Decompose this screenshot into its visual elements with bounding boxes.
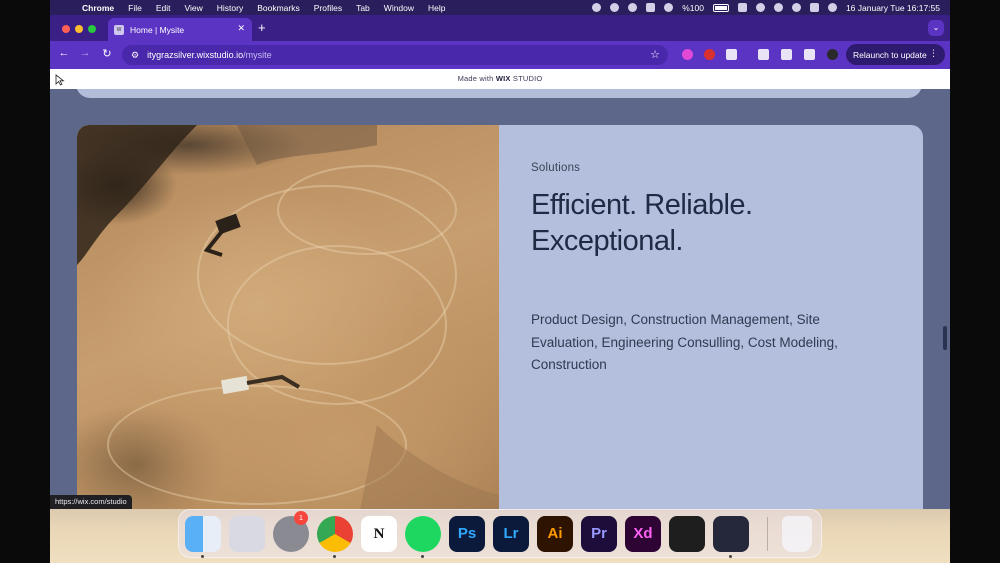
page-scrollbar[interactable] [943, 326, 947, 350]
web-content: Made with WIX STUDIO Solutions Efficient… [50, 69, 950, 509]
more-menu-icon[interactable]: ⋮ [929, 48, 938, 59]
mouse-cursor-icon [55, 74, 65, 86]
running-indicator [333, 555, 336, 558]
obs-icon[interactable] [713, 516, 749, 552]
figma-icon[interactable] [669, 516, 705, 552]
headline-line-1: Efficient. Reliable. [531, 189, 753, 221]
forward-icon[interactable]: → [78, 47, 92, 59]
bookmark-star-icon[interactable]: ☆ [650, 48, 660, 61]
battery-percent: %100 [682, 2, 704, 13]
running-indicator [421, 555, 424, 558]
finder-icon[interactable] [185, 516, 221, 552]
play-icon[interactable] [664, 3, 674, 12]
headline-line-2: Exceptional. [531, 225, 684, 257]
menu-profiles[interactable]: Profiles [314, 3, 342, 13]
reload-icon[interactable]: ↻ [100, 47, 114, 60]
color-picker-extension-icon[interactable] [682, 49, 693, 60]
letterbox-right [950, 0, 1000, 563]
menu-edit[interactable]: Edit [156, 3, 171, 13]
menubar-status-area: %100 16 January Tue 16:17:55 [592, 0, 940, 15]
close-tab-icon[interactable]: ✕ [237, 23, 245, 34]
section-headline: Efficient. Reliable. Exceptional. [531, 187, 831, 259]
bluetooth-icon[interactable] [755, 3, 765, 12]
running-indicator [201, 555, 204, 558]
running-indicator [729, 555, 732, 558]
tab-title: Home | Mysite [130, 24, 185, 35]
menu-history[interactable]: History [217, 3, 243, 13]
photoshop-icon[interactable]: Ps [449, 516, 485, 552]
wix-banner-prefix: Made with [457, 74, 496, 83]
section-eyebrow: Solutions [531, 162, 581, 174]
wifi-icon[interactable] [773, 3, 783, 12]
wix-logo: WIX [495, 74, 511, 83]
screen: Chrome File Edit View History Bookmarks … [0, 0, 1000, 563]
tab-search-icon[interactable]: ⌄ [928, 20, 944, 36]
tab-home-mysite[interactable]: W Home | Mysite ✕ [108, 18, 252, 41]
profile-avatar[interactable] [827, 49, 838, 60]
download-icon[interactable] [781, 49, 792, 60]
fullscreen-window-icon[interactable] [88, 25, 96, 33]
clipboard-icon[interactable] [646, 3, 656, 12]
adobe-xd-icon[interactable]: Xd [625, 516, 661, 552]
launchpad-icon[interactable] [229, 516, 265, 552]
dock-separator [767, 517, 768, 551]
back-icon[interactable]: ← [57, 47, 71, 59]
cloud-icon[interactable] [592, 3, 602, 12]
menu-view[interactable]: View [184, 3, 202, 13]
macos-menubar: Chrome File Edit View History Bookmarks … [50, 0, 950, 15]
spotify-icon[interactable] [405, 516, 441, 552]
search-icon[interactable] [791, 3, 801, 12]
reading-list-icon[interactable] [758, 49, 769, 60]
menu-file[interactable]: File [128, 3, 142, 13]
chrome-icon[interactable] [317, 516, 353, 552]
wix-banner-suffix: STUDIO [510, 74, 543, 83]
screen-record-icon[interactable] [610, 3, 620, 12]
side-panel-icon[interactable] [804, 49, 815, 60]
trash-icon[interactable] [782, 516, 812, 552]
url-host: itygrazsilver.wixstudio.io [147, 50, 244, 60]
extensions-puzzle-icon[interactable] [726, 49, 737, 60]
menu-help[interactable]: Help [428, 3, 445, 13]
lightroom-icon[interactable]: Lr [493, 516, 529, 552]
close-window-icon[interactable] [62, 25, 70, 33]
url-path: /mysite [243, 50, 272, 60]
premiere-pro-icon[interactable]: Pr [581, 516, 617, 552]
settings-notification-badge: 1 [294, 511, 308, 525]
construction-site-aerial-photo [77, 125, 499, 509]
apple-icon[interactable] [62, 3, 72, 13]
battery-icon[interactable] [712, 3, 729, 12]
minimize-window-icon[interactable] [75, 25, 83, 33]
solutions-card: Solutions Efficient. Reliable. Exception… [77, 125, 923, 509]
siri-icon[interactable] [827, 3, 837, 12]
link-icon[interactable] [737, 3, 747, 12]
link-status-bar: https://wix.com/studio [50, 495, 132, 509]
menu-tab[interactable]: Tab [356, 3, 370, 13]
grammarly-icon[interactable] [628, 3, 638, 12]
control-center-icon[interactable] [809, 3, 819, 12]
services-description: Product Design, Construction Management,… [531, 312, 838, 372]
wix-studio-banner[interactable]: Made with WIX STUDIO [50, 69, 950, 89]
notion-icon[interactable]: N [361, 516, 397, 552]
menubar-clock[interactable]: 16 January Tue 16:17:55 [846, 3, 940, 13]
letterbox-left [0, 0, 50, 563]
chrome-toolbar: ← → ↻ ⚙ itygrazsilver.wixstudio.io /mysi… [50, 41, 950, 69]
menu-bookmarks[interactable]: Bookmarks [257, 3, 300, 13]
new-tab-icon[interactable]: + [258, 20, 266, 35]
illustrator-icon[interactable]: Ai [537, 516, 573, 552]
macos-dock: N Ps Lr Ai Pr Xd [178, 509, 822, 558]
site-info-icon[interactable]: ⚙ [131, 50, 139, 61]
shield-extension-icon[interactable] [704, 49, 715, 60]
relaunch-to-update-button[interactable]: Relaunch to update ⋮ [846, 44, 945, 65]
chrome-tabstrip: W Home | Mysite ✕ + ⌄ [50, 15, 950, 41]
relaunch-label: Relaunch to update [853, 49, 927, 60]
menu-window[interactable]: Window [384, 3, 414, 13]
address-bar[interactable]: ⚙ itygrazsilver.wixstudio.io /mysite ☆ [122, 45, 668, 65]
menu-app-name[interactable]: Chrome [82, 3, 114, 13]
wix-favicon-icon: W [114, 24, 124, 35]
excavators-illustration [77, 125, 499, 509]
